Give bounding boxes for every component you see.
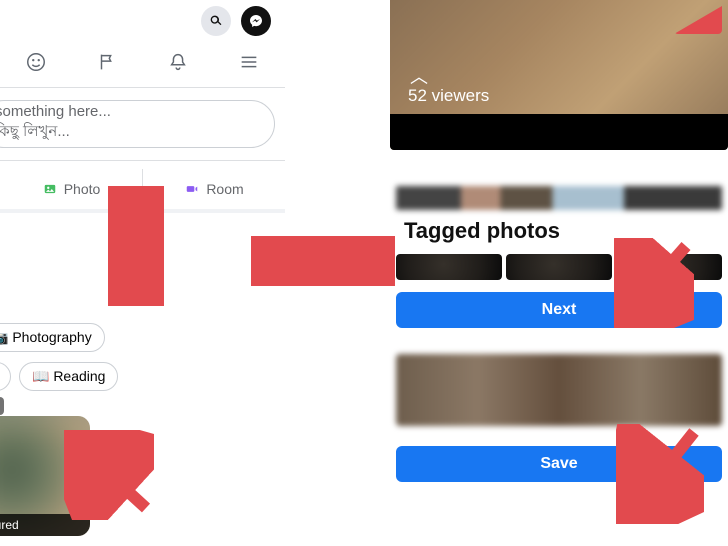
- save-button-label: Save: [540, 455, 577, 473]
- messenger-icon: [248, 13, 264, 29]
- hamburger-icon: [238, 51, 260, 73]
- tagged-thumb[interactable]: [396, 254, 502, 280]
- next-button-label: Next: [542, 301, 577, 319]
- story-viewer[interactable]: ︿ 52 viewers: [390, 0, 728, 150]
- photo-icon: [42, 182, 58, 196]
- composer-room-label: Room: [206, 181, 243, 197]
- chip-partial[interactable]: s: [0, 362, 11, 391]
- tagged-thumb[interactable]: [616, 254, 722, 280]
- composer-placeholder-1: something here...: [0, 103, 260, 120]
- composer: something here... কিছু লিখুন...: [0, 94, 285, 161]
- composer-actions: Photo Room: [0, 169, 285, 213]
- story-viewers-count: 52 viewers: [408, 86, 489, 106]
- chip-photography[interactable]: 📷 Photography: [0, 323, 105, 352]
- tagged-thumb[interactable]: [506, 254, 612, 280]
- hobby-chips-row2: s 📖 Reading: [0, 362, 285, 391]
- featured-count-badge: 8: [0, 397, 4, 415]
- featured-card[interactable]: eatured: [0, 416, 90, 536]
- tagged-thumbs: [390, 254, 728, 280]
- bell-icon: [167, 51, 189, 73]
- composer-photo-label: Photo: [64, 181, 101, 197]
- composer-input[interactable]: something here... কিছু লিখুন...: [0, 100, 275, 148]
- featured-label: eatured: [0, 514, 90, 536]
- right-phone: ︿ 52 viewers Tagged photos Next Delete f…: [390, 0, 728, 546]
- composer-room-action[interactable]: Room: [142, 169, 285, 209]
- thumbnail-strip: [390, 186, 728, 210]
- next-button[interactable]: Next: [396, 292, 722, 328]
- tab-groups[interactable]: [25, 51, 47, 78]
- composer-photo-action[interactable]: Photo: [0, 169, 142, 209]
- chevron-up-icon[interactable]: ︿: [410, 68, 428, 86]
- messenger-button[interactable]: [241, 6, 271, 36]
- tab-menu[interactable]: [238, 51, 260, 78]
- room-icon: [184, 182, 200, 196]
- tab-notifications[interactable]: [167, 51, 189, 78]
- left-phone: something here... কিছু লিখুন... Photo Ro…: [0, 0, 285, 546]
- search-button[interactable]: [201, 6, 231, 36]
- profile-area: 📷 Photography s 📖 Reading: [0, 213, 285, 391]
- groups-icon: [25, 51, 47, 73]
- thumb-item[interactable]: [396, 186, 722, 210]
- hobby-chips-row1: 📷 Photography: [0, 323, 285, 352]
- story-arrow-fragment: [674, 6, 722, 34]
- collection-blurred[interactable]: [396, 354, 722, 426]
- flag-icon: [96, 51, 118, 73]
- left-nav-tabs: [0, 42, 285, 88]
- tab-pages[interactable]: [96, 51, 118, 78]
- search-icon: [208, 13, 224, 29]
- left-topbar: [0, 0, 285, 42]
- composer-placeholder-2: কিছু লিখুন...: [0, 120, 260, 145]
- chip-reading[interactable]: 📖 Reading: [19, 362, 118, 391]
- save-button[interactable]: Save: [396, 446, 722, 482]
- tagged-photos-title: Tagged photos: [390, 210, 728, 254]
